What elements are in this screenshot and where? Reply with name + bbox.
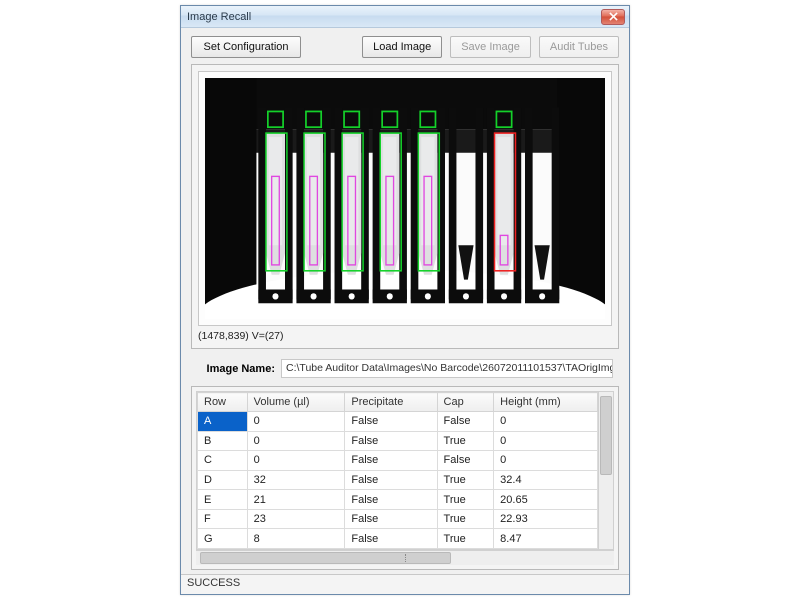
- table-cell: False: [345, 451, 437, 471]
- table-cell: True: [437, 529, 494, 549]
- image-name-row: Image Name: C:\Tube Auditor Data\Images\…: [197, 359, 613, 378]
- toolbar: Set Configuration Load Image Save Image …: [191, 36, 619, 58]
- column-header[interactable]: Precipitate: [345, 393, 437, 412]
- table-cell: 0: [494, 431, 598, 451]
- results-table[interactable]: RowVolume (µl)PrecipitateCapHeight (mm) …: [197, 392, 598, 549]
- cursor-readout: (1478,839) V=(27): [198, 330, 612, 342]
- table-cell: True: [437, 470, 494, 490]
- table-row[interactable]: B0FalseTrue0: [198, 431, 598, 451]
- close-button[interactable]: [601, 9, 625, 25]
- save-image-button: Save Image: [450, 36, 531, 58]
- table-cell: 0: [494, 412, 598, 432]
- status-bar: SUCCESS: [181, 574, 629, 594]
- table-vertical-scrollbar[interactable]: [598, 392, 613, 549]
- table-cell: 0: [494, 451, 598, 471]
- table-cell: True: [437, 490, 494, 510]
- table-cell: 0: [247, 412, 345, 432]
- table-cell: D: [198, 470, 248, 490]
- table-cell: True: [437, 431, 494, 451]
- table-cell: C: [198, 451, 248, 471]
- image-path-field[interactable]: C:\Tube Auditor Data\Images\No Barcode\2…: [281, 359, 613, 378]
- table-row[interactable]: C0FalseFalse0: [198, 451, 598, 471]
- table-cell: False: [345, 529, 437, 549]
- column-header[interactable]: Cap: [437, 393, 494, 412]
- table-cell: 32: [247, 470, 345, 490]
- table-cell: False: [345, 412, 437, 432]
- table-cell: False: [437, 451, 494, 471]
- table-cell: G: [198, 529, 248, 549]
- table-cell: 0: [247, 431, 345, 451]
- table-cell: False: [345, 431, 437, 451]
- column-header[interactable]: Row: [198, 393, 248, 412]
- titlebar[interactable]: Image Recall: [181, 6, 629, 28]
- table-cell: F: [198, 509, 248, 529]
- load-image-button[interactable]: Load Image: [362, 36, 442, 58]
- table-cell: 21: [247, 490, 345, 510]
- table-cell: 22.93: [494, 509, 598, 529]
- table-row[interactable]: G8FalseTrue8.47: [198, 529, 598, 549]
- image-panel: (1478,839) V=(27): [191, 64, 619, 349]
- image-name-label: Image Name:: [197, 363, 275, 375]
- image-viewport[interactable]: [198, 71, 612, 326]
- scroll-tick-icon: [405, 554, 406, 562]
- status-text: SUCCESS: [187, 577, 240, 589]
- table-cell: False: [345, 470, 437, 490]
- audit-tubes-button: Audit Tubes: [539, 36, 619, 58]
- horizontal-scroll-thumb[interactable]: [200, 552, 451, 564]
- table-cell: A: [198, 412, 248, 432]
- tube-image: [205, 78, 605, 319]
- table-row[interactable]: E21FalseTrue20.65: [198, 490, 598, 510]
- window-title: Image Recall: [187, 11, 251, 23]
- table-row[interactable]: A0FalseFalse0: [198, 412, 598, 432]
- results-table-panel: RowVolume (µl)PrecipitateCapHeight (mm) …: [191, 386, 619, 570]
- column-header[interactable]: Height (mm): [494, 393, 598, 412]
- close-icon: [609, 12, 618, 21]
- table-cell: B: [198, 431, 248, 451]
- table-cell: 8: [247, 529, 345, 549]
- table-cell: 23: [247, 509, 345, 529]
- table-cell: False: [345, 490, 437, 510]
- table-cell: 8.47: [494, 529, 598, 549]
- set-configuration-button[interactable]: Set Configuration: [191, 36, 301, 58]
- table-cell: E: [198, 490, 248, 510]
- table-row[interactable]: F23FalseTrue22.93: [198, 509, 598, 529]
- column-header[interactable]: Volume (µl): [247, 393, 345, 412]
- table-cell: False: [345, 509, 437, 529]
- table-cell: True: [437, 509, 494, 529]
- table-cell: 0: [247, 451, 345, 471]
- table-cell: False: [437, 412, 494, 432]
- table-cell: 20.65: [494, 490, 598, 510]
- vertical-scroll-thumb[interactable]: [600, 396, 612, 475]
- table-row[interactable]: D32FalseTrue32.4: [198, 470, 598, 490]
- image-recall-window: Image Recall Set Configuration Load Imag…: [180, 5, 630, 595]
- table-horizontal-scrollbar[interactable]: [196, 550, 614, 565]
- table-cell: 32.4: [494, 470, 598, 490]
